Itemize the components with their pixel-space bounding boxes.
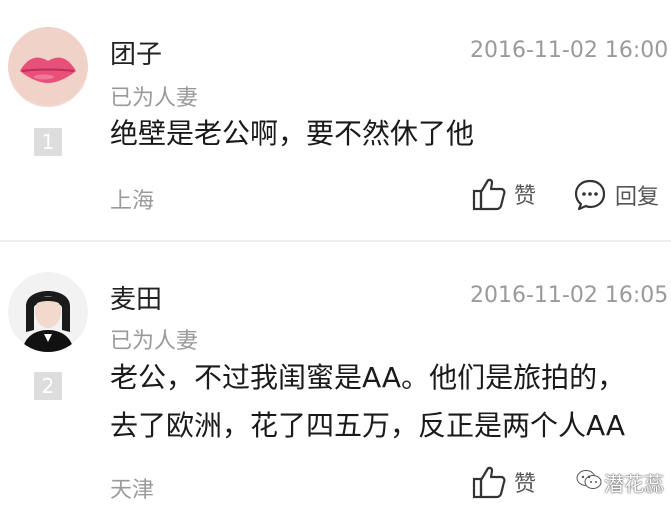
watermark: 潜花蕊	[576, 468, 664, 497]
content-line: 去了欧洲，花了四五万，反正是两个人AA	[110, 409, 626, 442]
thumbs-up-icon	[472, 464, 506, 500]
floor-number: 2	[34, 372, 62, 400]
like-label: 赞	[514, 472, 537, 497]
location: 上海	[110, 189, 155, 214]
lips-avatar-icon[interactable]	[8, 27, 88, 107]
comment-item: 1 团子 2016-11-02 16:00 已为人妻 绝壁是老公啊，要不然休了他…	[0, 0, 671, 240]
reply-button[interactable]: 回复	[573, 178, 659, 212]
location: 天津	[110, 478, 155, 503]
girl-avatar-icon[interactable]	[8, 272, 88, 352]
user-badge: 已为人妻	[110, 329, 199, 354]
comment-content: 老公，不过我闺蜜是AA。他们是旅拍的， 去了欧洲，花了四五万，反正是两个人AA	[110, 354, 670, 450]
chat-bubble-icon	[573, 178, 607, 212]
floor-number: 1	[34, 128, 62, 156]
thumbs-up-icon	[472, 176, 506, 212]
username[interactable]: 麦田	[110, 279, 162, 316]
comment-content: 绝壁是老公啊，要不然休了他	[110, 110, 670, 158]
username[interactable]: 团子	[110, 34, 162, 71]
content-line: 老公，不过我闺蜜是AA。他们是旅拍的，	[110, 361, 626, 394]
reply-label: 回复	[615, 185, 660, 210]
watermark-text: 潜花蕊	[604, 472, 664, 496]
like-label: 赞	[514, 184, 537, 209]
timestamp: 2016-11-02 16:00	[470, 38, 669, 63]
like-button[interactable]: 赞	[472, 464, 536, 500]
like-button[interactable]: 赞	[472, 176, 536, 212]
content-line: 绝壁是老公啊，要不然休了他	[110, 117, 475, 150]
timestamp: 2016-11-02 16:05	[470, 283, 669, 308]
user-badge: 已为人妻	[110, 86, 199, 111]
wechat-icon	[576, 469, 602, 496]
comment-item: 2 麦田 2016-11-02 16:05 已为人妻 老公，不过我闺蜜是AA。他…	[0, 242, 671, 510]
